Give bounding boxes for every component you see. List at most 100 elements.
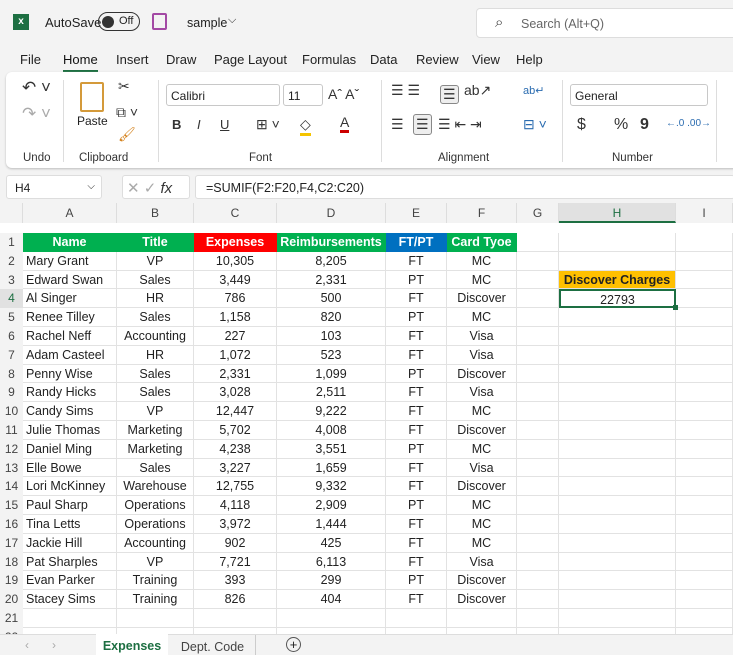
data-cell[interactable]: 10,305 — [194, 251, 277, 271]
data-cell[interactable]: 4,008 — [277, 421, 386, 440]
data-cell[interactable]: Paul Sharp — [23, 496, 117, 515]
data-cell[interactable]: FT — [386, 327, 447, 346]
data-cell[interactable]: PT — [386, 270, 447, 290]
data-cell[interactable]: FT — [386, 402, 447, 421]
cell[interactable] — [517, 383, 559, 403]
data-cell[interactable]: 9,222 — [277, 402, 386, 421]
data-cell[interactable]: VP — [117, 552, 194, 572]
data-cell[interactable]: Lori McKinney — [23, 477, 117, 497]
cell[interactable] — [559, 327, 676, 346]
cell[interactable] — [517, 345, 559, 365]
data-cell[interactable]: Visa — [447, 552, 517, 572]
data-cell[interactable]: Discover — [447, 477, 517, 497]
row-header-9[interactable]: 9 — [0, 383, 23, 403]
row-header-1[interactable]: 1 — [0, 233, 23, 252]
data-cell[interactable]: Accounting — [117, 533, 194, 553]
cell[interactable] — [676, 609, 733, 628]
data-cell[interactable]: 103 — [277, 327, 386, 346]
data-cell[interactable]: Discover — [447, 590, 517, 609]
orientation-icon[interactable]: ab↗ — [464, 82, 491, 99]
cell[interactable] — [676, 308, 733, 327]
cell[interactable] — [559, 308, 676, 327]
data-cell[interactable]: 1,072 — [194, 345, 277, 365]
header-cell[interactable]: Reimbursements — [277, 233, 386, 252]
data-cell[interactable]: 2,909 — [277, 496, 386, 515]
paste-icon[interactable] — [80, 82, 104, 112]
data-cell[interactable]: PT — [386, 571, 447, 591]
data-cell[interactable]: Training — [117, 571, 194, 591]
column-header-G[interactable]: G — [517, 203, 559, 223]
cell[interactable] — [517, 402, 559, 421]
data-cell[interactable]: 826 — [194, 590, 277, 609]
data-cell[interactable]: Daniel Ming — [23, 439, 117, 459]
row-header-13[interactable]: 13 — [0, 458, 23, 478]
cell[interactable] — [559, 458, 676, 478]
column-header-B[interactable]: B — [117, 203, 194, 223]
borders-icon[interactable]: ⊞ ˅ — [256, 116, 280, 133]
cell[interactable] — [517, 590, 559, 609]
fill-color-icon[interactable]: ◇ — [300, 116, 311, 136]
data-cell[interactable]: 3,449 — [194, 270, 277, 290]
row-header-14[interactable]: 14 — [0, 477, 23, 497]
cell[interactable] — [559, 590, 676, 609]
cell[interactable] — [676, 590, 733, 609]
sheet-tab-dept-code[interactable]: Dept. Code — [170, 635, 256, 655]
cell[interactable] — [676, 383, 733, 403]
cell[interactable] — [559, 515, 676, 534]
data-cell[interactable]: 523 — [277, 345, 386, 365]
summary-label[interactable]: Discover Charges — [559, 270, 676, 290]
data-cell[interactable]: Visa — [447, 458, 517, 478]
data-cell[interactable]: 425 — [277, 533, 386, 553]
align-top-icon[interactable]: ☰ ☰ — [391, 82, 420, 99]
data-cell[interactable]: PT — [386, 496, 447, 515]
data-cell[interactable]: MC — [447, 439, 517, 459]
data-cell[interactable]: FT — [386, 251, 447, 271]
cell[interactable] — [517, 571, 559, 591]
copy-icon[interactable]: ⧉ ˅ — [116, 104, 138, 121]
data-cell[interactable]: PT — [386, 364, 447, 384]
data-cell[interactable]: MC — [447, 308, 517, 327]
data-cell[interactable]: 8,205 — [277, 251, 386, 271]
data-cell[interactable]: PT — [386, 308, 447, 327]
chevron-down-icon[interactable]: ⌵ — [228, 14, 236, 27]
data-cell[interactable]: Mary Grant — [23, 251, 117, 271]
cell[interactable] — [559, 421, 676, 440]
data-cell[interactable]: 1,444 — [277, 515, 386, 534]
scroll-right-icon[interactable]: › — [52, 638, 56, 652]
cell[interactable] — [676, 345, 733, 365]
data-cell[interactable]: Jackie Hill — [23, 533, 117, 553]
enter-icon[interactable]: ✓ — [144, 180, 157, 197]
currency-button[interactable]: $ — [577, 116, 586, 134]
font-name-select[interactable]: Calibri — [166, 84, 280, 106]
data-cell[interactable]: Accounting — [117, 327, 194, 346]
merge-center-icon[interactable]: ⊟ ˅ — [523, 116, 547, 133]
data-cell[interactable]: FT — [386, 421, 447, 440]
filename[interactable]: sample — [187, 16, 227, 30]
data-cell[interactable]: MC — [447, 533, 517, 553]
data-cell[interactable]: Marketing — [117, 421, 194, 440]
data-cell[interactable]: Randy Hicks — [23, 383, 117, 403]
data-cell[interactable]: FT — [386, 552, 447, 572]
redo-icon[interactable]: ↷ ˅ — [22, 104, 51, 124]
row-header-2[interactable]: 2 — [0, 251, 23, 271]
column-header-H[interactable]: H — [559, 203, 676, 223]
data-cell[interactable]: 3,227 — [194, 458, 277, 478]
data-cell[interactable]: Visa — [447, 345, 517, 365]
font-color-icon[interactable]: A — [340, 114, 350, 133]
cell[interactable] — [517, 289, 559, 309]
data-cell[interactable]: Visa — [447, 327, 517, 346]
data-cell[interactable]: Pat Sharples — [23, 552, 117, 572]
data-cell[interactable]: FT — [386, 345, 447, 365]
add-sheet-button[interactable]: + — [286, 637, 301, 652]
data-cell[interactable]: 299 — [277, 571, 386, 591]
data-cell[interactable]: VP — [117, 402, 194, 421]
data-cell[interactable]: Discover — [447, 421, 517, 440]
data-cell[interactable]: Sales — [117, 308, 194, 327]
data-cell[interactable]: Renee Tilley — [23, 308, 117, 327]
header-cell[interactable]: Card Tyoe — [447, 233, 517, 252]
row-header-3[interactable]: 3 — [0, 270, 23, 290]
cell[interactable] — [517, 458, 559, 478]
row-header-20[interactable]: 20 — [0, 590, 23, 609]
cell[interactable] — [676, 364, 733, 384]
data-cell[interactable]: 1,099 — [277, 364, 386, 384]
